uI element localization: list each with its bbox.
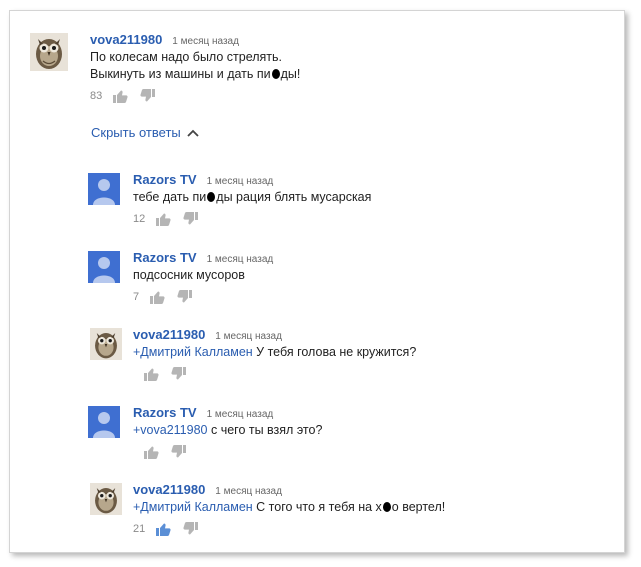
text-part-a: У тебя голова не кружится? (252, 345, 417, 359)
hide-replies-label: Скрыть ответы (91, 125, 181, 140)
mention-link[interactable]: +Дмитрий Калламен (133, 500, 253, 514)
comments-panel: vova211980 1 месяц назад По колесам надо … (9, 10, 625, 553)
thumbs-up-icon[interactable] (143, 366, 159, 382)
comment-meta: vova211980 1 месяц назад (90, 31, 300, 49)
thumbs-up-icon[interactable] (112, 88, 128, 104)
text-part-b: ды! (280, 67, 301, 81)
top-comment-body: vova211980 1 месяц назад По колесам надо … (90, 31, 300, 105)
comment-meta: vova211980 1 месяц назад (133, 481, 445, 499)
author-name[interactable]: vova211980 (90, 32, 162, 47)
like-count: 7 (133, 291, 140, 303)
chevron-up-icon (187, 129, 199, 137)
thumbs-up-icon[interactable] (149, 289, 165, 305)
reply-body: Razors TV 1 месяц назад тебе дать пи ды ра… (133, 171, 371, 228)
author-name[interactable]: Razors TV (133, 172, 197, 187)
hide-replies-button[interactable]: Скрыть ответы (91, 124, 199, 142)
default-user-avatar[interactable] (88, 173, 120, 205)
comment-actions (133, 443, 322, 461)
mention-link[interactable]: +vova211980 (133, 423, 208, 437)
comment-meta: Razors TV 1 месяц назад (133, 249, 273, 267)
thumbs-down-icon[interactable] (171, 444, 187, 460)
comment-actions (133, 365, 416, 383)
comment-meta: Razors TV 1 месяц назад (133, 171, 371, 189)
comment-actions: 7 (133, 288, 273, 306)
owl-avatar[interactable] (90, 328, 122, 360)
like-count: 21 (133, 523, 146, 535)
text-part-a: с чего ты взял это? (207, 423, 323, 437)
comment-meta: vova211980 1 месяц назад (133, 326, 416, 344)
timestamp[interactable]: 1 месяц назад (207, 254, 274, 265)
comment-text: +Дмитрий Калламен С того что я тебя на х… (133, 499, 445, 516)
like-count: 12 (133, 213, 146, 225)
text-part-a: С того что я тебя на х (252, 500, 382, 514)
timestamp[interactable]: 1 месяц назад (207, 176, 274, 187)
comment-actions: 21 (133, 520, 445, 538)
author-name[interactable]: Razors TV (133, 250, 197, 265)
censor-blot (271, 69, 280, 79)
timestamp[interactable]: 1 месяц назад (215, 486, 282, 497)
author-name[interactable]: vova211980 (133, 482, 205, 497)
owl-avatar[interactable] (30, 33, 68, 71)
reply-body: Razors TV 1 месяц назад подсосник мусоров… (133, 249, 273, 306)
comment-text: По колесам надо было стрелять. Выкинуть … (90, 49, 300, 83)
comment-meta: Razors TV 1 месяц назад (133, 404, 322, 422)
reply-body: vova211980 1 месяц назад +Дмитрий Калламе… (133, 481, 445, 538)
timestamp[interactable]: 1 месяц назад (172, 36, 239, 47)
reply-body: Razors TV 1 месяц назад +vova211980 с чег… (133, 404, 322, 461)
mention-link[interactable]: +Дмитрий Калламен (133, 345, 253, 359)
like-count: 83 (90, 90, 103, 102)
censor-blot (207, 192, 216, 202)
comment-text-line1: По колесам надо было стрелять. (90, 50, 283, 64)
text-part-a: Выкинуть из машины и дать пи (90, 67, 271, 81)
author-name[interactable]: vova211980 (133, 327, 205, 342)
comment-text-line2: Выкинуть из машины и дать пи ды! (90, 66, 300, 83)
censor-blot (382, 502, 391, 512)
comment-text: подсосник мусоров (133, 268, 245, 282)
text-part-b: о вертел! (391, 500, 446, 514)
owl-avatar[interactable] (90, 483, 122, 515)
text-part-b: ды рация блять мусарская (216, 190, 372, 204)
thumbs-up-icon[interactable] (143, 444, 159, 460)
default-user-avatar[interactable] (88, 406, 120, 438)
comment-text: +vova211980 с чего ты взял это? (133, 422, 322, 439)
reply-body: vova211980 1 месяц назад +Дмитрий Калламе… (133, 326, 416, 383)
text-part-a: тебе дать пи (133, 190, 207, 204)
author-name[interactable]: Razors TV (133, 405, 197, 420)
timestamp[interactable]: 1 месяц назад (215, 331, 282, 342)
timestamp[interactable]: 1 месяц назад (207, 409, 274, 420)
thumbs-down-icon[interactable] (183, 211, 199, 227)
default-user-avatar[interactable] (88, 251, 120, 283)
thumbs-down-icon[interactable] (140, 88, 156, 104)
thumbs-down-icon[interactable] (183, 521, 199, 537)
comment-text: тебе дать пи ды рация блять мусарская (133, 189, 371, 206)
thumbs-down-icon[interactable] (177, 289, 193, 305)
comment-actions: 83 (90, 87, 300, 105)
thumbs-down-icon[interactable] (171, 366, 187, 382)
comment-actions: 12 (133, 210, 371, 228)
thumbs-up-icon[interactable] (155, 211, 171, 227)
thumbs-up-icon[interactable] (155, 521, 171, 537)
comment-text: +Дмитрий Калламен У тебя голова не кружи… (133, 344, 416, 361)
